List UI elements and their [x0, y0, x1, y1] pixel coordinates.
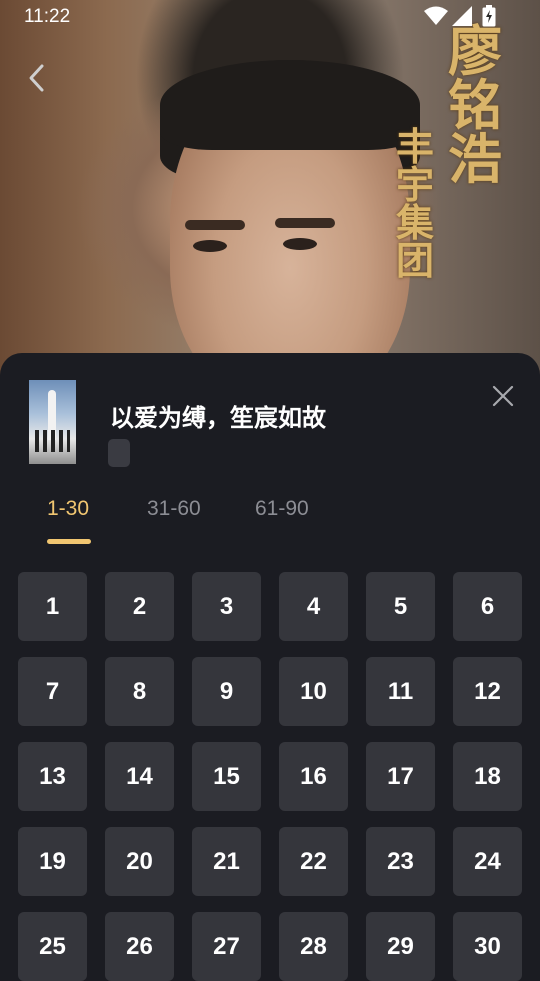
episode-button[interactable]: 13	[18, 742, 87, 811]
drama-tag-badge	[108, 439, 130, 467]
battery-icon	[482, 5, 496, 27]
back-arrow-icon[interactable]	[22, 60, 50, 96]
episode-button[interactable]: 25	[18, 912, 87, 981]
episode-button[interactable]: 5	[366, 572, 435, 641]
episode-button[interactable]: 16	[279, 742, 348, 811]
hero-brow-left	[185, 220, 245, 230]
episode-button[interactable]: 21	[192, 827, 261, 896]
calligraphy-name: 廖铭浩	[448, 19, 502, 191]
episode-button[interactable]: 11	[366, 657, 435, 726]
episode-button[interactable]: 27	[192, 912, 261, 981]
status-time: 11:22	[24, 6, 71, 27]
calligraphy-company: 丰宇集团	[396, 124, 435, 283]
episode-button[interactable]: 29	[366, 912, 435, 981]
episode-button[interactable]: 23	[366, 827, 435, 896]
episode-button[interactable]: 28	[279, 912, 348, 981]
episode-button[interactable]: 8	[105, 657, 174, 726]
episode-button[interactable]: 7	[18, 657, 87, 726]
hero-hair-top	[160, 60, 420, 150]
episode-button[interactable]: 12	[453, 657, 522, 726]
episode-button[interactable]: 2	[105, 572, 174, 641]
hero-eye-left	[193, 240, 227, 252]
episode-button[interactable]: 3	[192, 572, 261, 641]
drama-title: 以爱为缚，笙宸如故	[110, 405, 326, 432]
episode-button[interactable]: 30	[453, 912, 522, 981]
episode-button[interactable]: 6	[453, 572, 522, 641]
episode-button[interactable]: 15	[192, 742, 261, 811]
hero-brow-right	[275, 218, 335, 228]
tab-1-30[interactable]: 1-30	[47, 497, 89, 521]
status-icons	[424, 5, 504, 28]
episode-button[interactable]: 20	[105, 827, 174, 896]
episode-sheet: 以爱为缚，笙宸如故 1-30 31-60 61-90 1 2 3 4 5 6 7 8 9 10 11…	[0, 353, 540, 981]
episode-button[interactable]: 26	[105, 912, 174, 981]
hero-eye-right	[283, 238, 317, 250]
episode-button[interactable]: 18	[453, 742, 522, 811]
signal-icon	[452, 6, 472, 26]
episode-button[interactable]: 1	[18, 572, 87, 641]
episode-button[interactable]: 17	[366, 742, 435, 811]
thumbnail-people	[35, 430, 70, 452]
episode-button[interactable]: 4	[279, 572, 348, 641]
episode-button[interactable]: 10	[279, 657, 348, 726]
tab-31-60[interactable]: 31-60	[147, 497, 201, 521]
tab-61-90[interactable]: 61-90	[255, 497, 309, 521]
close-icon[interactable]	[490, 383, 516, 409]
status-bar: 11:22	[0, 0, 540, 34]
drama-cover-thumbnail	[29, 380, 76, 464]
wifi-icon	[424, 6, 448, 25]
episode-range-tabs: 1-30 31-60 61-90	[0, 493, 540, 547]
episode-button[interactable]: 14	[105, 742, 174, 811]
active-tab-indicator	[47, 539, 91, 544]
episode-button[interactable]: 22	[279, 827, 348, 896]
episode-button[interactable]: 19	[18, 827, 87, 896]
episode-button[interactable]: 9	[192, 657, 261, 726]
episode-button[interactable]: 24	[453, 827, 522, 896]
